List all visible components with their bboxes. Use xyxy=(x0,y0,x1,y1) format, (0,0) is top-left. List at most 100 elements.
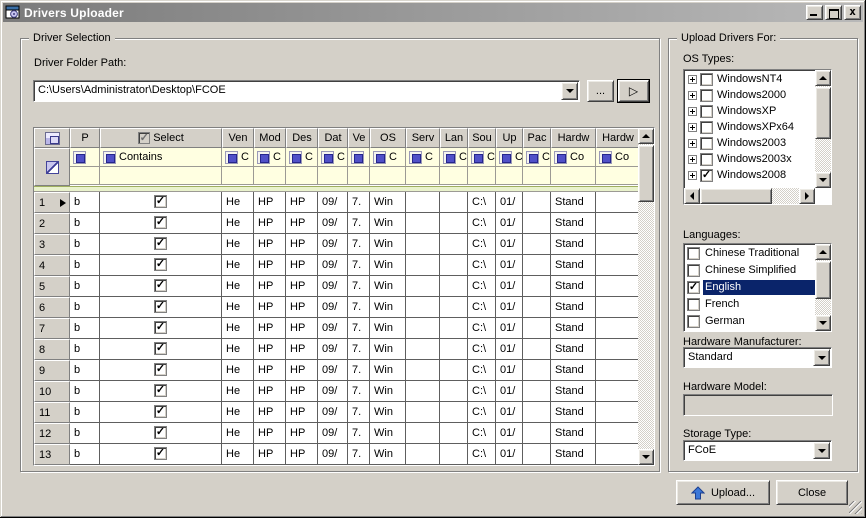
filter-cell2-ve[interactable] xyxy=(348,167,370,185)
cell-mod[interactable]: HP xyxy=(254,276,286,297)
cell-hardw2[interactable] xyxy=(596,276,640,297)
cell-p[interactable]: b xyxy=(70,297,100,318)
cell-lan[interactable] xyxy=(440,255,468,276)
cell-ven[interactable]: He xyxy=(222,192,254,213)
cell-up[interactable]: 01/ xyxy=(496,423,523,444)
row-header[interactable]: 11 xyxy=(34,402,70,423)
filter-condition-icon[interactable] xyxy=(373,151,386,164)
storage-type-combobox[interactable]: FCoE xyxy=(683,440,832,461)
cell-lan[interactable] xyxy=(440,213,468,234)
cell-hardw2[interactable] xyxy=(596,339,640,360)
cell-hardw1[interactable]: Stand xyxy=(551,339,596,360)
cell-dat[interactable]: 09/ xyxy=(318,318,348,339)
grid-header-cell-mod[interactable]: Mod xyxy=(254,128,286,148)
filter-text-pac[interactable]: C xyxy=(542,151,550,163)
close-window-button[interactable]: x xyxy=(844,5,861,20)
cell-ven[interactable]: He xyxy=(222,402,254,423)
cell-p[interactable]: b xyxy=(70,192,100,213)
cell-serv[interactable] xyxy=(406,381,440,402)
filter-cell-ve[interactable] xyxy=(348,148,370,167)
filter-condition-icon[interactable] xyxy=(526,151,539,164)
grid-header-cell-hardw2[interactable]: Hardw xyxy=(596,128,640,148)
scroll-up-button[interactable] xyxy=(638,128,654,144)
grid-row[interactable]: 9b✓HeHPHP09/7.WinC:\01/Stand xyxy=(34,360,640,381)
os-type-item[interactable]: WindowsNT4 xyxy=(684,71,815,87)
cell-select[interactable]: ✓ xyxy=(100,423,222,444)
row-select-checkbox[interactable]: ✓ xyxy=(154,447,167,460)
cell-dat[interactable]: 09/ xyxy=(318,402,348,423)
cell-ve[interactable]: 7. xyxy=(348,255,370,276)
grid-row[interactable]: 5b✓HeHPHP09/7.WinC:\01/Stand xyxy=(34,276,640,297)
cell-pac[interactable] xyxy=(523,360,551,381)
scroll-right-button[interactable] xyxy=(799,188,815,204)
cell-hardw1[interactable]: Stand xyxy=(551,381,596,402)
cell-p[interactable]: b xyxy=(70,339,100,360)
cell-des[interactable]: HP xyxy=(286,381,318,402)
scrollbar-thumb[interactable] xyxy=(815,87,831,139)
cell-mod[interactable]: HP xyxy=(254,213,286,234)
grid-header-cell-select[interactable]: ✓Select xyxy=(100,128,222,148)
driver-folder-path-value[interactable]: C:\Users\Administrator\Desktop\FCOE xyxy=(34,81,560,101)
cell-hardw1[interactable]: Stand xyxy=(551,213,596,234)
cell-lan[interactable] xyxy=(440,402,468,423)
row-select-checkbox[interactable]: ✓ xyxy=(154,426,167,439)
cell-up[interactable]: 01/ xyxy=(496,192,523,213)
drivers-grid[interactable]: P✓SelectVenModDesDatVeOSServLanSouUpPacH… xyxy=(33,127,655,466)
cell-lan[interactable] xyxy=(440,444,468,465)
filter-cell-pac[interactable]: C xyxy=(523,148,551,167)
cell-des[interactable]: HP xyxy=(286,444,318,465)
cell-dat[interactable]: 09/ xyxy=(318,213,348,234)
cell-select[interactable]: ✓ xyxy=(100,276,222,297)
filter-text-des[interactable]: C xyxy=(305,151,313,163)
cell-dat[interactable]: 09/ xyxy=(318,255,348,276)
cell-dat[interactable]: 09/ xyxy=(318,423,348,444)
filter-clear-cell[interactable] xyxy=(34,148,70,186)
grid-header-cell-hardw1[interactable]: Hardw xyxy=(551,128,596,148)
filter-cell-p[interactable] xyxy=(70,148,100,167)
cell-dat[interactable]: 09/ xyxy=(318,297,348,318)
filter-text-hardw1[interactable]: Co xyxy=(570,151,584,163)
cell-p[interactable]: b xyxy=(70,318,100,339)
grid-header-cell-p[interactable]: P xyxy=(70,128,100,148)
filter-cell-select[interactable]: Contains xyxy=(100,148,222,167)
filter-cell2-sou[interactable] xyxy=(468,167,496,185)
cell-select[interactable]: ✓ xyxy=(100,213,222,234)
vertical-scrollbar[interactable] xyxy=(815,244,831,331)
os-type-checkbox[interactable] xyxy=(700,121,713,134)
cell-os[interactable]: Win xyxy=(370,318,406,339)
cell-os[interactable]: Win xyxy=(370,276,406,297)
cell-sou[interactable]: C:\ xyxy=(468,381,496,402)
cell-os[interactable]: Win xyxy=(370,381,406,402)
grid-customize-icon[interactable] xyxy=(45,132,60,145)
cell-up[interactable]: 01/ xyxy=(496,402,523,423)
row-header[interactable]: 12 xyxy=(34,423,70,444)
grid-row[interactable]: 12b✓HeHPHP09/7.WinC:\01/Stand xyxy=(34,423,640,444)
cell-lan[interactable] xyxy=(440,381,468,402)
filter-cell2-serv[interactable] xyxy=(406,167,440,185)
cell-sou[interactable]: C:\ xyxy=(468,402,496,423)
cell-hardw1[interactable]: Stand xyxy=(551,423,596,444)
filter-condition-icon[interactable] xyxy=(471,151,484,164)
cell-select[interactable]: ✓ xyxy=(100,255,222,276)
cell-p[interactable]: b xyxy=(70,402,100,423)
cell-ve[interactable]: 7. xyxy=(348,192,370,213)
cell-p[interactable]: b xyxy=(70,360,100,381)
cell-des[interactable]: HP xyxy=(286,318,318,339)
row-header[interactable]: 6 xyxy=(34,297,70,318)
cell-lan[interactable] xyxy=(440,318,468,339)
cell-ven[interactable]: He xyxy=(222,360,254,381)
grid-header-cell-dat[interactable]: Dat xyxy=(318,128,348,148)
filter-condition-icon[interactable] xyxy=(499,151,512,164)
cell-select[interactable]: ✓ xyxy=(100,318,222,339)
cell-pac[interactable] xyxy=(523,192,551,213)
grid-row[interactable]: 7b✓HeHPHP09/7.WinC:\01/Stand xyxy=(34,318,640,339)
cell-os[interactable]: Win xyxy=(370,297,406,318)
cell-des[interactable]: HP xyxy=(286,192,318,213)
row-select-checkbox[interactable]: ✓ xyxy=(154,300,167,313)
cell-pac[interactable] xyxy=(523,234,551,255)
row-header[interactable]: 9 xyxy=(34,360,70,381)
filter-condition-icon[interactable] xyxy=(103,151,116,164)
tree-expand-icon[interactable] xyxy=(688,107,697,116)
row-header[interactable]: 3 xyxy=(34,234,70,255)
filter-cell-dat[interactable]: C xyxy=(318,148,348,167)
